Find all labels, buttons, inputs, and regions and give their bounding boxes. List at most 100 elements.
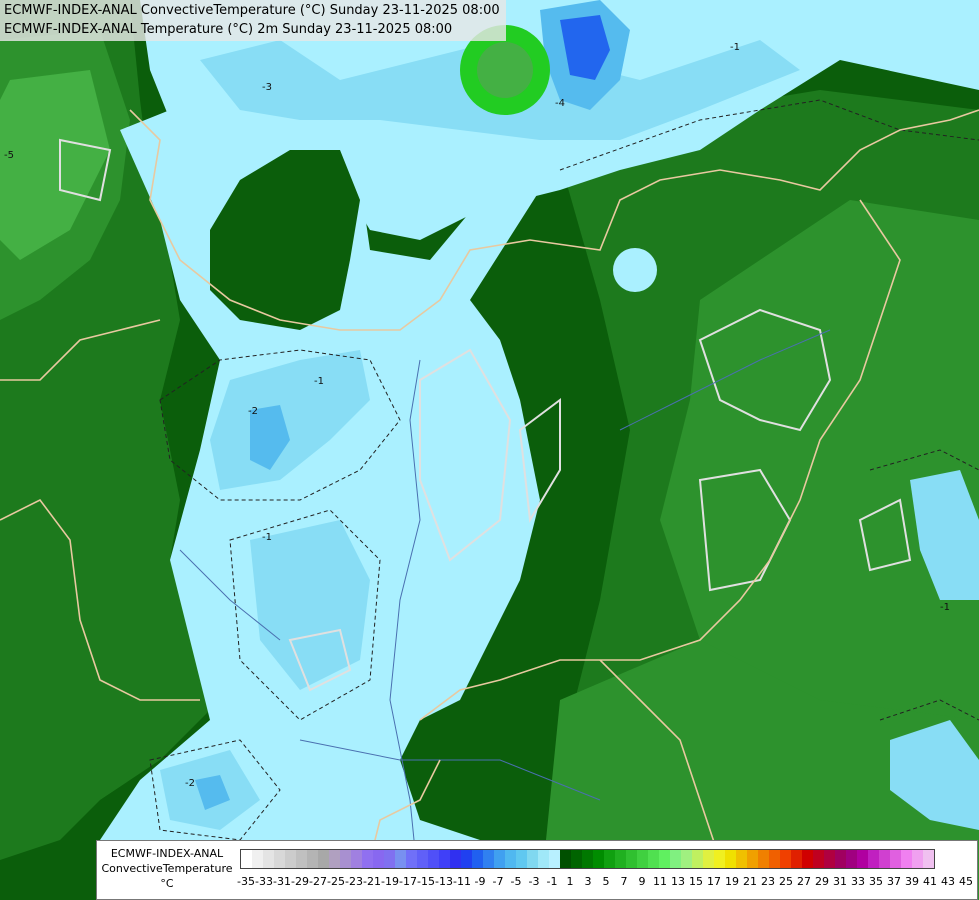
legend-swatch bbox=[461, 850, 472, 868]
legend-tick: 9 bbox=[638, 875, 646, 888]
legend-tick: -35 bbox=[237, 875, 255, 888]
legend-swatch bbox=[637, 850, 648, 868]
contour-label: -1 bbox=[262, 532, 272, 543]
legend-swatch bbox=[604, 850, 615, 868]
legend-tick: 41 bbox=[923, 875, 937, 888]
legend-label-line-2: ConvectiveTemperature bbox=[101, 862, 233, 875]
legend-tick: -33 bbox=[255, 875, 273, 888]
legend-tick: 7 bbox=[620, 875, 628, 888]
legend-tick: 45 bbox=[959, 875, 973, 888]
legend-swatch bbox=[516, 850, 527, 868]
legend-swatch bbox=[780, 850, 791, 868]
legend-tick: 29 bbox=[815, 875, 829, 888]
legend-swatch bbox=[560, 850, 571, 868]
legend-swatch bbox=[307, 850, 318, 868]
map-title: ECMWF-INDEX-ANAL ConvectiveTemperature (… bbox=[0, 0, 506, 41]
contour-label: -2 bbox=[185, 778, 195, 789]
contour-label: -1 bbox=[730, 42, 740, 53]
legend-tick: 1 bbox=[566, 875, 574, 888]
legend-swatch bbox=[384, 850, 395, 868]
legend-tick: 19 bbox=[725, 875, 739, 888]
legend-swatch bbox=[901, 850, 912, 868]
legend-tick: 31 bbox=[833, 875, 847, 888]
legend-swatch bbox=[879, 850, 890, 868]
legend-swatch bbox=[505, 850, 516, 868]
legend-swatch bbox=[494, 850, 505, 868]
contour-label: -1 bbox=[940, 602, 950, 613]
legend-swatch bbox=[395, 850, 406, 868]
legend-color-bar bbox=[240, 849, 935, 869]
legend-tick: -31 bbox=[273, 875, 291, 888]
legend-tick: -5 bbox=[510, 875, 522, 888]
legend-tick: -13 bbox=[435, 875, 453, 888]
contour-label: -5 bbox=[4, 150, 14, 161]
legend-tick: 15 bbox=[689, 875, 703, 888]
legend-swatch bbox=[417, 850, 428, 868]
legend-swatch bbox=[769, 850, 780, 868]
contour-label: -1 bbox=[314, 376, 324, 387]
legend-swatch bbox=[868, 850, 879, 868]
legend-tick: 23 bbox=[761, 875, 775, 888]
legend-label: ECMWF-INDEX-ANAL ConvectiveTemperature °… bbox=[99, 846, 235, 891]
legend-tick: -9 bbox=[474, 875, 486, 888]
legend-swatch bbox=[912, 850, 923, 868]
legend-swatch bbox=[263, 850, 274, 868]
contour-label: -3 bbox=[262, 82, 272, 93]
legend-swatch bbox=[428, 850, 439, 868]
legend-swatch bbox=[571, 850, 582, 868]
legend-tick: -21 bbox=[363, 875, 381, 888]
legend-swatch bbox=[923, 850, 934, 868]
legend-tick: 43 bbox=[941, 875, 955, 888]
legend-swatch bbox=[285, 850, 296, 868]
legend-swatch bbox=[857, 850, 868, 868]
legend-swatch bbox=[450, 850, 461, 868]
contour-label: -2 bbox=[248, 406, 258, 417]
color-legend: ECMWF-INDEX-ANAL ConvectiveTemperature °… bbox=[96, 840, 978, 900]
legend-swatch bbox=[692, 850, 703, 868]
legend-tick: -25 bbox=[327, 875, 345, 888]
title-line-1: ECMWF-INDEX-ANAL ConvectiveTemperature (… bbox=[4, 3, 500, 18]
legend-swatch bbox=[582, 850, 593, 868]
legend-swatch bbox=[703, 850, 714, 868]
legend-swatch bbox=[846, 850, 857, 868]
legend-tick: -27 bbox=[309, 875, 327, 888]
legend-tick: -11 bbox=[453, 875, 471, 888]
weather-map: -3 -2 -1 -1 -2 -4 -1 -5 -1 bbox=[0, 0, 979, 900]
legend-swatch bbox=[736, 850, 747, 868]
legend-swatch bbox=[626, 850, 637, 868]
legend-tick: 5 bbox=[602, 875, 610, 888]
legend-swatch bbox=[725, 850, 736, 868]
legend-swatch bbox=[648, 850, 659, 868]
legend-swatch bbox=[351, 850, 362, 868]
legend-swatch bbox=[406, 850, 417, 868]
legend-swatch bbox=[824, 850, 835, 868]
legend-label-line-3: °C bbox=[160, 877, 174, 890]
legend-tick: 21 bbox=[743, 875, 757, 888]
legend-swatch bbox=[538, 850, 549, 868]
legend-tick: 25 bbox=[779, 875, 793, 888]
legend-tick: 33 bbox=[851, 875, 865, 888]
legend-swatch bbox=[659, 850, 670, 868]
legend-tick: -1 bbox=[546, 875, 558, 888]
legend-swatch bbox=[802, 850, 813, 868]
legend-swatch bbox=[252, 850, 263, 868]
legend-swatch bbox=[373, 850, 384, 868]
legend-swatch bbox=[791, 850, 802, 868]
legend-swatch bbox=[274, 850, 285, 868]
legend-tick: 3 bbox=[584, 875, 592, 888]
legend-tick: -29 bbox=[291, 875, 309, 888]
legend-tick: 39 bbox=[905, 875, 919, 888]
legend-swatch bbox=[318, 850, 329, 868]
legend-swatch bbox=[472, 850, 483, 868]
east-cyan-spot bbox=[613, 248, 657, 292]
legend-swatch bbox=[714, 850, 725, 868]
legend-tick: 17 bbox=[707, 875, 721, 888]
legend-tick: 27 bbox=[797, 875, 811, 888]
legend-swatch bbox=[296, 850, 307, 868]
legend-swatch bbox=[241, 850, 252, 868]
legend-swatch bbox=[527, 850, 538, 868]
legend-tick-labels: -35-33-31-29-27-25-23-21-19-17-15-13-11-… bbox=[237, 875, 975, 888]
legend-swatch bbox=[670, 850, 681, 868]
legend-swatch bbox=[835, 850, 846, 868]
legend-tick: -17 bbox=[399, 875, 417, 888]
